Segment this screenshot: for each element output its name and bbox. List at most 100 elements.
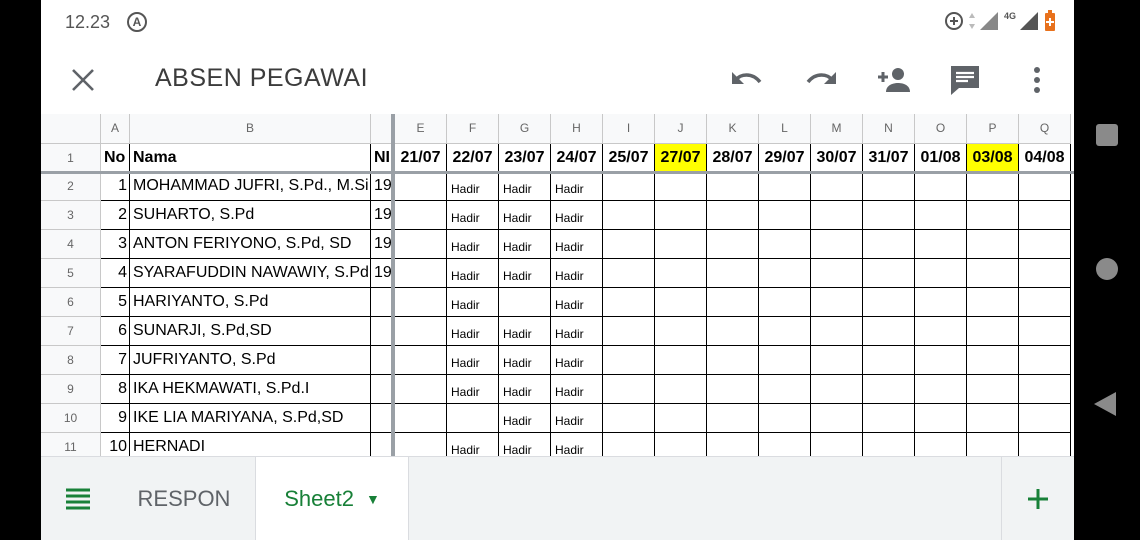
cell-attendance[interactable]: [1019, 201, 1071, 230]
cell-attendance[interactable]: [707, 259, 759, 288]
cell-attendance[interactable]: Hadir: [499, 375, 551, 404]
cell-attendance[interactable]: [811, 346, 863, 375]
cell-attendance[interactable]: [1019, 288, 1071, 317]
cell-attendance[interactable]: [1019, 172, 1071, 201]
cell-attendance[interactable]: Hadir: [447, 433, 499, 456]
cell-attendance[interactable]: Hadir: [551, 172, 603, 201]
cell-attendance[interactable]: [395, 433, 447, 456]
row-header[interactable]: 9: [41, 375, 101, 404]
column-header[interactable]: F: [447, 114, 499, 144]
cell-attendance[interactable]: [759, 201, 811, 230]
cell-attendance[interactable]: [1019, 346, 1071, 375]
cell-attendance[interactable]: [1019, 404, 1071, 433]
column-header[interactable]: J: [655, 114, 707, 144]
cell-no[interactable]: 1: [101, 172, 130, 201]
cell-attendance[interactable]: [655, 375, 707, 404]
cell-attendance[interactable]: [967, 230, 1019, 259]
cell-attendance[interactable]: Hadir: [551, 346, 603, 375]
header-date[interactable]: 04/08: [1019, 144, 1071, 172]
header-date[interactable]: 28/07: [707, 144, 759, 172]
cell-attendance[interactable]: [499, 288, 551, 317]
corner-cell[interactable]: [41, 114, 101, 144]
column-header[interactable]: L: [759, 114, 811, 144]
cell-attendance[interactable]: Hadir: [447, 375, 499, 404]
cell-attendance[interactable]: [447, 404, 499, 433]
cell-attendance[interactable]: [707, 288, 759, 317]
cell-attendance[interactable]: [707, 172, 759, 201]
cell-attendance[interactable]: [759, 346, 811, 375]
back-button[interactable]: [1094, 392, 1116, 416]
cell-attendance[interactable]: [915, 259, 967, 288]
column-header[interactable]: N: [863, 114, 915, 144]
cell-no[interactable]: 8: [101, 375, 130, 404]
cell-attendance[interactable]: [863, 230, 915, 259]
cell-nama[interactable]: IKA HEKMAWATI, S.Pd.I: [130, 375, 371, 404]
cell-attendance[interactable]: [655, 230, 707, 259]
tab-respon[interactable]: RESPON: [113, 457, 255, 540]
row-header[interactable]: 4: [41, 230, 101, 259]
row-header[interactable]: 5: [41, 259, 101, 288]
cell-attendance[interactable]: Hadir: [447, 317, 499, 346]
cell-attendance[interactable]: [603, 259, 655, 288]
cell-attendance[interactable]: [655, 259, 707, 288]
cell-attendance[interactable]: Hadir: [447, 259, 499, 288]
column-header[interactable]: O: [915, 114, 967, 144]
cell-attendance[interactable]: [707, 230, 759, 259]
cell-attendance[interactable]: [811, 404, 863, 433]
cell-attendance[interactable]: [759, 172, 811, 201]
cell-attendance[interactable]: Hadir: [499, 346, 551, 375]
column-header[interactable]: I: [603, 114, 655, 144]
cell-nama[interactable]: HERNADI: [130, 433, 371, 456]
cell-attendance[interactable]: [759, 259, 811, 288]
cell-attendance[interactable]: [863, 201, 915, 230]
cell-attendance[interactable]: Hadir: [551, 288, 603, 317]
cell-nama[interactable]: SUNARJI, S.Pd,SD: [130, 317, 371, 346]
header-date[interactable]: 29/07: [759, 144, 811, 172]
cell-attendance[interactable]: [811, 172, 863, 201]
tab-sheet2[interactable]: Sheet2 ▼: [255, 457, 409, 540]
cell-attendance[interactable]: [811, 375, 863, 404]
cell-attendance[interactable]: [655, 201, 707, 230]
cell-attendance[interactable]: Hadir: [499, 230, 551, 259]
cell-attendance[interactable]: [603, 404, 655, 433]
column-header[interactable]: Q: [1019, 114, 1071, 144]
cell-attendance[interactable]: Hadir: [551, 433, 603, 456]
column-header[interactable]: G: [499, 114, 551, 144]
cell-attendance[interactable]: Hadir: [551, 201, 603, 230]
header-date[interactable]: 30/07: [811, 144, 863, 172]
cell-attendance[interactable]: [603, 288, 655, 317]
cell-attendance[interactable]: [863, 404, 915, 433]
cell-no[interactable]: 4: [101, 259, 130, 288]
cell-attendance[interactable]: [915, 404, 967, 433]
cell-attendance[interactable]: [863, 172, 915, 201]
cell-attendance[interactable]: [967, 259, 1019, 288]
cell-attendance[interactable]: Hadir: [499, 404, 551, 433]
more-options-button[interactable]: [1019, 62, 1055, 98]
cell-no[interactable]: 7: [101, 346, 130, 375]
cell-nama[interactable]: IKE LIA MARIYANA, S.Pd,SD: [130, 404, 371, 433]
cell-no[interactable]: 2: [101, 201, 130, 230]
cell-attendance[interactable]: [915, 288, 967, 317]
freeze-column-divider[interactable]: [391, 114, 395, 456]
header-date[interactable]: 03/08: [967, 144, 1019, 172]
cell-attendance[interactable]: [915, 375, 967, 404]
cell-attendance[interactable]: [915, 433, 967, 456]
cell-attendance[interactable]: Hadir: [447, 346, 499, 375]
redo-button[interactable]: [803, 62, 839, 98]
cell-attendance[interactable]: [811, 433, 863, 456]
cell-attendance[interactable]: [707, 375, 759, 404]
row-header[interactable]: 7: [41, 317, 101, 346]
row-header[interactable]: 8: [41, 346, 101, 375]
document-title[interactable]: ABSEN PEGAWAI: [155, 64, 368, 93]
cell-no[interactable]: 9: [101, 404, 130, 433]
cell-attendance[interactable]: [395, 346, 447, 375]
cell-attendance[interactable]: [967, 317, 1019, 346]
cell-attendance[interactable]: [1019, 317, 1071, 346]
column-header[interactable]: A: [101, 114, 130, 144]
cell-attendance[interactable]: [967, 433, 1019, 456]
cell-attendance[interactable]: [915, 172, 967, 201]
cell-attendance[interactable]: [395, 375, 447, 404]
cell-attendance[interactable]: [967, 404, 1019, 433]
header-date[interactable]: 01/08: [915, 144, 967, 172]
cell-attendance[interactable]: Hadir: [551, 230, 603, 259]
